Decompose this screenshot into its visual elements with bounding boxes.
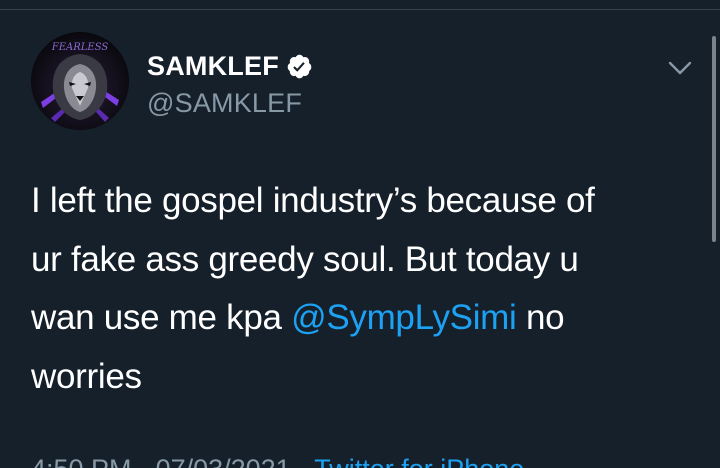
tweet-text-line: wan use me kpa @SympLySimi no bbox=[31, 289, 691, 348]
tweet-date[interactable]: 07/03/2021 bbox=[156, 454, 291, 468]
avatar[interactable]: FEARLESS bbox=[31, 32, 129, 130]
tweet-text-segment: no bbox=[516, 298, 565, 337]
tweet-text-line: worries bbox=[31, 356, 142, 396]
chevron-down-icon[interactable] bbox=[666, 54, 694, 82]
tweet-meta: 4:50 PM · 07/03/2021 · Twitter for iPhon… bbox=[31, 454, 524, 468]
tweet-text-line: I left the gospel industry’s because of bbox=[31, 181, 595, 220]
mention-link[interactable]: @SympLySimi bbox=[291, 298, 517, 337]
tweet-text: I left the gospel industry’s because of … bbox=[31, 172, 691, 406]
avatar-text: FEARLESS bbox=[51, 42, 109, 53]
tweet-time[interactable]: 4:50 PM bbox=[31, 454, 132, 468]
verified-badge-icon bbox=[286, 53, 313, 80]
display-name[interactable]: SAMKLEF bbox=[147, 51, 279, 82]
author-block[interactable]: SAMKLEF @SAMKLEF bbox=[147, 48, 313, 119]
tweet-source-link[interactable]: Twitter for iPhone bbox=[314, 454, 524, 468]
tweet-text-segment: wan use me kpa bbox=[31, 298, 292, 337]
tweet-text-line: ur fake ass greedy soul. But today u bbox=[31, 239, 579, 279]
meta-separator: · bbox=[291, 454, 315, 468]
top-divider bbox=[0, 0, 720, 10]
scrollbar[interactable] bbox=[712, 36, 716, 242]
meta-separator: · bbox=[132, 454, 156, 468]
lion-avatar-image: FEARLESS bbox=[31, 32, 129, 130]
handle[interactable]: @SAMKLEF bbox=[147, 88, 313, 119]
tweet-card[interactable]: FEARLESS SAMKLEF @SAMKLEF I left the gos… bbox=[0, 10, 720, 468]
